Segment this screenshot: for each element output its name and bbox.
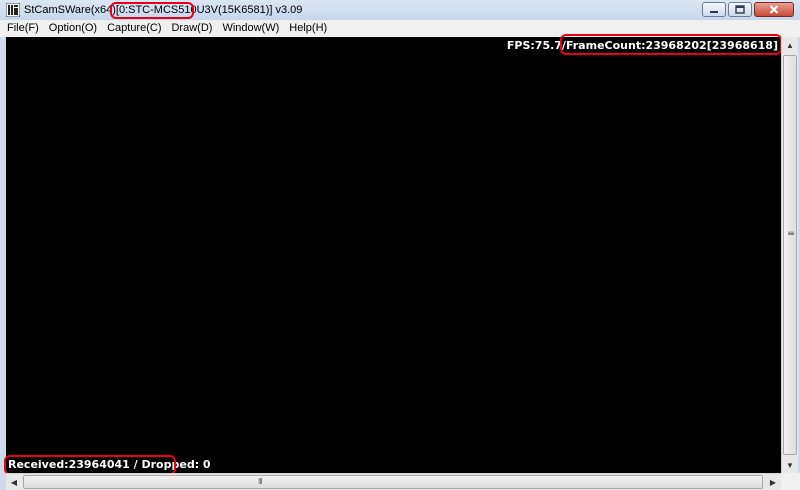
title-camera-highlight	[110, 2, 194, 19]
menu-draw[interactable]: Draw(D)	[166, 20, 217, 37]
menu-capture[interactable]: Capture(C)	[102, 20, 166, 37]
minimize-button[interactable]	[702, 2, 726, 17]
vertical-grip-icon: III	[786, 231, 795, 235]
vertical-scroll-thumb[interactable]: III	[783, 55, 797, 455]
received-highlight	[4, 455, 176, 475]
camera-view[interactable]: FPS:75.7/FrameCount:23968202[23968618] R…	[6, 37, 781, 473]
app-window: StCamSWare(x64)[0:STC-MCS510U3V(15K6581)…	[0, 0, 800, 490]
horizontal-scrollbar[interactable]: ◀ III ▶	[6, 473, 781, 490]
close-icon	[769, 5, 779, 14]
scroll-right-arrow-icon[interactable]: ▶	[765, 474, 781, 490]
menu-help[interactable]: Help(H)	[284, 20, 332, 37]
window-controls	[702, 2, 794, 18]
scroll-left-arrow-icon[interactable]: ◀	[6, 474, 22, 490]
maximize-icon	[735, 5, 745, 14]
close-button[interactable]	[754, 2, 794, 17]
title-bar[interactable]: StCamSWare(x64)[0:STC-MCS510U3V(15K6581)…	[0, 0, 800, 20]
scroll-down-arrow-icon[interactable]: ▼	[782, 457, 798, 473]
menu-window[interactable]: Window(W)	[217, 20, 284, 37]
menu-option[interactable]: Option(O)	[44, 20, 102, 37]
menu-file[interactable]: File(F)	[0, 20, 44, 37]
app-icon	[6, 3, 20, 17]
horizontal-grip-icon: III	[258, 477, 263, 486]
maximize-button[interactable]	[728, 2, 752, 17]
fps-highlight	[560, 34, 782, 55]
scroll-up-arrow-icon[interactable]: ▲	[782, 37, 798, 53]
horizontal-scroll-thumb[interactable]: III	[23, 475, 763, 489]
minimize-icon	[710, 10, 718, 13]
title-suffix: (15K6581)] v3.09	[217, 4, 303, 16]
vertical-scrollbar[interactable]: ▲ III ▼	[781, 37, 798, 473]
scrollbar-corner	[781, 473, 800, 490]
